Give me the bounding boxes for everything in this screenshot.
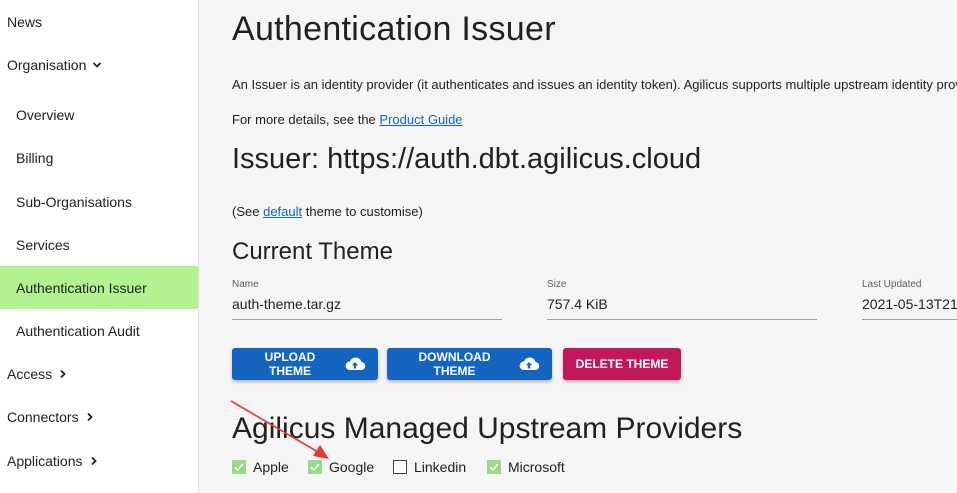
sidebar-item-label: Connectors [7, 408, 79, 425]
name-value: auth-theme.tar.gz [232, 296, 502, 320]
sidebar-item-organisation[interactable]: Organisation [0, 43, 198, 86]
checkbox-checked[interactable] [308, 460, 322, 474]
sidebar-item-label: Organisation [7, 56, 87, 73]
details-text: For more details, see the Product Guide [232, 112, 463, 127]
provider-microsoft[interactable]: Microsoft [487, 459, 565, 475]
sidebar-item-connectors[interactable]: Connectors [0, 395, 198, 438]
checkbox-unchecked[interactable] [393, 460, 407, 474]
sidebar: News Organisation Overview Billing Sub-O… [0, 0, 199, 493]
chevron-right-icon [89, 456, 99, 466]
checkbox-checked[interactable] [487, 460, 501, 474]
size-value: 757.4 KiB [547, 296, 817, 320]
sidebar-item-label: Sub-Organisations [16, 193, 132, 210]
upload-theme-label: UPLOAD THEME [264, 350, 316, 378]
checkbox-checked[interactable] [232, 460, 246, 474]
see-default-text: (See default theme to customise) [232, 204, 423, 219]
provider-label: Google [329, 459, 375, 475]
main-content: Authentication Issuer An Issuer is an id… [199, 0, 957, 493]
updated-value: 2021-05-13T21 [862, 296, 957, 320]
download-theme-label: DOWNLOAD THEME [418, 350, 491, 378]
sidebar-item-sub-organisations[interactable]: Sub-Organisations [0, 180, 198, 223]
chevron-right-icon [85, 412, 95, 422]
name-label: Name [232, 279, 259, 290]
sidebar-item-label: Overview [16, 106, 75, 123]
updated-label: Last Updated [862, 279, 922, 290]
theme-name-field: Name auth-theme.tar.gz [232, 279, 502, 320]
provider-label: Microsoft [508, 459, 565, 475]
see-prefix: (See [232, 204, 260, 219]
sidebar-item-label: Authentication Audit [16, 322, 140, 339]
providers-heading: Agilicus Managed Upstream Providers [232, 412, 743, 445]
default-theme-link[interactable]: default [263, 204, 302, 219]
issuer-heading: Issuer: https://auth.dbt.agilicus.cloud [232, 143, 702, 175]
provider-google[interactable]: Google [308, 459, 374, 475]
theme-updated-field: Last Updated 2021-05-13T21 [862, 279, 957, 320]
sidebar-item-news[interactable]: News [0, 0, 198, 43]
intro-text: An Issuer is an identity provider (it au… [232, 77, 957, 92]
sidebar-item-label: Applications [7, 452, 83, 469]
cloud-upload-icon [344, 357, 366, 371]
see-suffix: theme to customise) [305, 204, 423, 219]
sidebar-item-services[interactable]: Services [0, 223, 198, 266]
provider-label: Linkedin [414, 459, 467, 475]
delete-theme-button[interactable]: DELETE THEME [563, 348, 681, 380]
chevron-right-icon [58, 369, 68, 379]
sidebar-item-authentication-issuer[interactable]: Authentication Issuer [0, 266, 198, 309]
delete-theme-label: DELETE THEME [575, 357, 669, 371]
sidebar-item-label: Services [16, 236, 70, 253]
chevron-down-icon [92, 60, 102, 70]
theme-size-field: Size 757.4 KiB [547, 279, 817, 320]
sidebar-item-authentication-audit[interactable]: Authentication Audit [0, 309, 198, 352]
sidebar-item-label: Billing [16, 149, 54, 166]
provider-apple[interactable]: Apple [232, 459, 289, 475]
sidebar-item-billing[interactable]: Billing [0, 136, 198, 179]
details-prefix: For more details, see the [232, 112, 376, 127]
size-label: Size [547, 279, 567, 290]
sidebar-item-label: Access [7, 365, 53, 382]
sidebar-item-label: Authentication Issuer [16, 279, 147, 296]
page-title: Authentication Issuer [232, 10, 556, 48]
provider-linkedin[interactable]: Linkedin [393, 459, 466, 475]
sidebar-item-applications[interactable]: Applications [0, 439, 198, 482]
product-guide-link[interactable]: Product Guide [379, 112, 462, 127]
sidebar-item-label: News [7, 13, 43, 30]
sidebar-item-overview[interactable]: Overview [0, 93, 198, 136]
cloud-upload-icon [518, 357, 540, 371]
provider-label: Apple [253, 459, 289, 475]
sidebar-item-access[interactable]: Access [0, 352, 198, 395]
upload-theme-button[interactable]: UPLOAD THEME [232, 348, 378, 380]
current-theme-heading: Current Theme [232, 238, 393, 265]
download-theme-button[interactable]: DOWNLOAD THEME [387, 348, 552, 380]
